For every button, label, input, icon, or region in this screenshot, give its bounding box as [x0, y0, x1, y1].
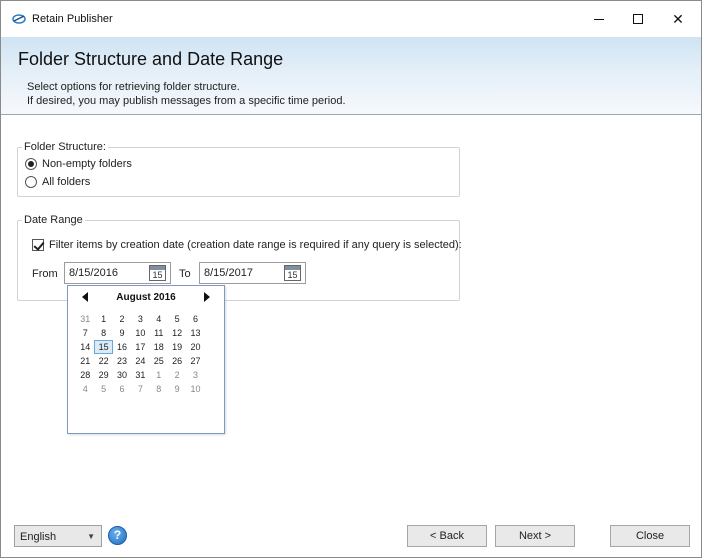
minimize-icon — [594, 18, 604, 20]
calendar-day[interactable]: 9 — [113, 326, 131, 340]
calendar-month-title[interactable]: August 2016 — [68, 292, 224, 303]
calendar-day[interactable]: 2 — [168, 368, 186, 382]
calendar-day[interactable]: 6 — [186, 312, 204, 326]
calendar-day[interactable]: 11 — [150, 326, 168, 340]
from-label: From — [32, 268, 58, 280]
radio-indicator[interactable] — [25, 176, 37, 188]
back-button[interactable]: < Back — [407, 525, 487, 547]
calendar-day[interactable]: 12 — [168, 326, 186, 340]
calendar-day[interactable]: 13 — [186, 326, 204, 340]
close-button[interactable]: Close — [610, 525, 690, 547]
calendar-header: August 2016 — [68, 290, 224, 306]
to-date-field[interactable]: 8/15/2017 15 — [199, 262, 306, 284]
next-month-icon[interactable] — [204, 292, 210, 302]
filter-label: Filter items by creation date (creation … — [49, 239, 462, 251]
checkbox-indicator[interactable] — [32, 239, 44, 251]
folder-structure-group — [17, 147, 460, 197]
calendar-icon-day: 15 — [152, 270, 163, 280]
calendar-day[interactable]: 31 — [131, 368, 149, 382]
radio-all-folders[interactable]: All folders — [25, 176, 90, 188]
window-title: Retain Publisher — [32, 13, 113, 25]
help-icon[interactable]: ? — [108, 526, 127, 545]
close-icon: ✕ — [672, 10, 684, 27]
language-select[interactable]: English ▼ — [14, 525, 102, 547]
calendar-day[interactable]: 21 — [76, 354, 94, 368]
filter-by-date-checkbox[interactable]: Filter items by creation date (creation … — [32, 239, 462, 251]
radio-non-empty-folders[interactable]: Non-empty folders — [25, 158, 132, 170]
calendar-day[interactable]: 31 — [76, 312, 94, 326]
calendar-day[interactable]: 5 — [168, 312, 186, 326]
calendar-day[interactable]: 4 — [150, 312, 168, 326]
calendar-day[interactable]: 1 — [150, 368, 168, 382]
maximize-icon — [633, 14, 643, 24]
radio-label: Non-empty folders — [42, 158, 132, 170]
next-button[interactable]: Next > — [495, 525, 575, 547]
calendar-day[interactable]: 19 — [168, 340, 186, 354]
chevron-down-icon: ▼ — [87, 532, 95, 541]
calendar-day[interactable]: 10 — [131, 326, 149, 340]
calendar-day[interactable]: 3 — [186, 368, 204, 382]
page-title: Folder Structure and Date Range — [18, 49, 284, 69]
calendar-day[interactable]: 26 — [168, 354, 186, 368]
to-calendar-icon[interactable]: 15 — [284, 265, 301, 281]
calendar-day[interactable]: 23 — [113, 354, 131, 368]
page-header: Folder Structure and Date Range Select o… — [1, 37, 701, 115]
calendar-day[interactable]: 3 — [131, 312, 149, 326]
date-picker-popup: August 2016 31 1 2 3 4 5 6 7 8 9 10 11 12 13 14 15 16 17 1… — [67, 285, 225, 434]
calendar-day[interactable]: 18 — [150, 340, 168, 354]
title-bar: Retain Publisher ✕ — [1, 1, 701, 37]
language-value: English — [20, 531, 57, 543]
header-description-1: Select options for retrieving folder str… — [27, 81, 240, 93]
calendar-day[interactable]: 24 — [131, 354, 149, 368]
from-date-field[interactable]: 8/15/2016 15 — [64, 262, 171, 284]
to-date-value: 8/15/2017 — [204, 267, 253, 279]
calendar-day[interactable]: 22 — [94, 354, 112, 368]
date-range-label: Date Range — [22, 214, 85, 226]
calendar-day[interactable]: 8 — [94, 326, 112, 340]
calendar-day[interactable]: 17 — [131, 340, 149, 354]
calendar-day[interactable]: 2 — [113, 312, 131, 326]
from-calendar-icon[interactable]: 15 — [149, 265, 166, 281]
calendar-day[interactable]: 14 — [76, 340, 94, 354]
calendar-day[interactable]: 10 — [186, 382, 204, 396]
from-date-value: 8/15/2016 — [69, 267, 118, 279]
calendar-day[interactable]: 16 — [113, 340, 131, 354]
folder-structure-label: Folder Structure: — [22, 141, 108, 153]
calendar-day[interactable]: 4 — [76, 382, 94, 396]
calendar-day[interactable]: 9 — [168, 382, 186, 396]
calendar-day[interactable]: 29 — [94, 368, 112, 382]
radio-label: All folders — [42, 176, 91, 188]
app-logo-icon — [12, 14, 26, 24]
radio-indicator[interactable] — [25, 158, 37, 170]
calendar-day[interactable]: 30 — [113, 368, 131, 382]
calendar-day[interactable]: 20 — [186, 340, 204, 354]
calendar-day-selected[interactable]: 15 — [94, 340, 113, 354]
calendar-day[interactable]: 1 — [94, 312, 112, 326]
publisher-window: Retain Publisher ✕ Folder Structure and … — [0, 0, 702, 558]
calendar-day[interactable]: 6 — [113, 382, 131, 396]
calendar-day[interactable]: 7 — [76, 326, 94, 340]
calendar-day[interactable]: 7 — [131, 382, 149, 396]
calendar-day[interactable]: 25 — [150, 354, 168, 368]
calendar-day[interactable]: 8 — [150, 382, 168, 396]
window-close-button[interactable]: ✕ — [655, 1, 701, 37]
calendar-icon-day: 15 — [287, 270, 298, 280]
calendar-day-grid: 31 1 2 3 4 5 6 7 8 9 10 11 12 13 14 15 16 17 18 19 20 21 22 23 2… — [76, 312, 216, 396]
calendar-day[interactable]: 28 — [76, 368, 94, 382]
header-description-2: If desired, you may publish messages fro… — [27, 95, 346, 107]
to-label: To — [179, 268, 191, 280]
calendar-day[interactable]: 5 — [94, 382, 112, 396]
calendar-day[interactable]: 27 — [186, 354, 204, 368]
